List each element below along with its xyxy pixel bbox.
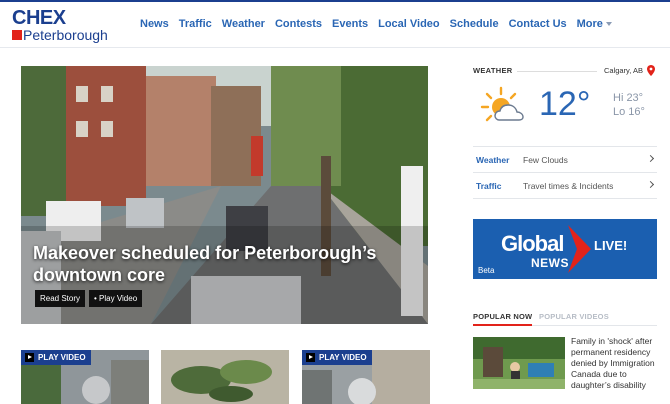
popular-tabs: POPULAR NOW POPULAR VIDEOS [473, 312, 657, 326]
chevron-down-icon [605, 22, 612, 27]
weather-current[interactable]: 12° Hi 23° Lo 16° [473, 84, 657, 134]
current-temperature: 12° [539, 85, 591, 123]
logo-red-square [12, 30, 22, 40]
low-temperature: Lo 16° [613, 106, 645, 118]
hero-headline[interactable]: Makeover scheduled for Peterborough’s do… [33, 242, 423, 286]
traffic-link-label: Traffic [476, 181, 502, 191]
nav-more[interactable]: More [577, 17, 612, 33]
video-thumb-2[interactable] [161, 350, 289, 404]
tab-popular-now[interactable]: POPULAR NOW [473, 312, 533, 326]
header-stripe [0, 0, 670, 2]
nav-local-video[interactable]: Local Video [378, 17, 440, 33]
weather-heading: WEATHER [473, 66, 513, 75]
traffic-link-row[interactable]: Traffic Travel times & Incidents [473, 172, 657, 199]
thumb-image-2 [161, 350, 289, 404]
popular-story-headline[interactable]: Family in 'shock' after permanent reside… [571, 336, 661, 391]
weather-divider [517, 71, 597, 72]
video-thumbnails: PLAY VIDEO PLAY VIDEO [21, 350, 431, 404]
nav-traffic[interactable]: Traffic [179, 17, 212, 33]
main-nav: News Traffic Weather Contests Events Loc… [140, 17, 622, 33]
play-video-label-1: PLAY VIDEO [38, 353, 86, 362]
nav-contests[interactable]: Contests [275, 17, 322, 33]
nav-weather[interactable]: Weather [222, 17, 265, 33]
weather-link-label: Weather [476, 155, 510, 165]
chevron-right-icon [646, 154, 655, 163]
beta-label: Beta [478, 266, 495, 275]
play-video-badge-3[interactable]: PLAY VIDEO [302, 350, 372, 365]
hero-actions: Read Story • Play Video [35, 290, 143, 307]
hero-story[interactable]: Makeover scheduled for Peterborough’s do… [21, 66, 428, 324]
high-temperature: Hi 23° [613, 92, 644, 104]
play-icon [306, 353, 315, 362]
nav-schedule[interactable]: Schedule [450, 17, 499, 33]
chevron-right-icon [646, 180, 655, 189]
play-video-button[interactable]: • Play Video [89, 290, 143, 307]
tab-popular-videos[interactable]: POPULAR VIDEOS [539, 312, 609, 321]
video-thumb-3[interactable]: PLAY VIDEO [302, 350, 430, 404]
video-thumb-1[interactable]: PLAY VIDEO [21, 350, 149, 404]
partly-cloudy-icon [480, 86, 524, 122]
site-header: CHEX Peterborough News Traffic Weather C… [0, 0, 670, 48]
nav-more-label: More [576, 18, 603, 30]
global-wordmark: Global [501, 231, 564, 256]
location-pin-icon[interactable] [647, 65, 655, 76]
weather-header: WEATHER Calgary, AB [473, 65, 657, 78]
read-story-button[interactable]: Read Story [35, 290, 86, 307]
nav-events[interactable]: Events [332, 17, 368, 33]
nav-news[interactable]: News [140, 17, 169, 33]
nav-contact-us[interactable]: Contact Us [509, 17, 567, 33]
weather-location[interactable]: Calgary, AB [604, 66, 643, 75]
news-wordmark: NEWS [531, 256, 569, 270]
weather-link-value: Few Clouds [523, 155, 568, 165]
popular-story-photo [473, 337, 565, 389]
weather-link-row[interactable]: Weather Few Clouds [473, 146, 657, 172]
global-news-live-banner[interactable]: Global NEWS LIVE! Beta [473, 219, 657, 279]
popular-story-image[interactable] [473, 337, 565, 389]
site-logo[interactable]: CHEX Peterborough [12, 7, 112, 43]
logo-chex: CHEX [12, 7, 66, 29]
play-icon [25, 353, 34, 362]
logo-city: Peterborough [23, 27, 108, 43]
play-video-badge-1[interactable]: PLAY VIDEO [21, 350, 91, 365]
traffic-link-value: Travel times & Incidents [523, 181, 614, 191]
play-video-label-3: PLAY VIDEO [319, 353, 367, 362]
live-label: LIVE! [594, 238, 628, 253]
